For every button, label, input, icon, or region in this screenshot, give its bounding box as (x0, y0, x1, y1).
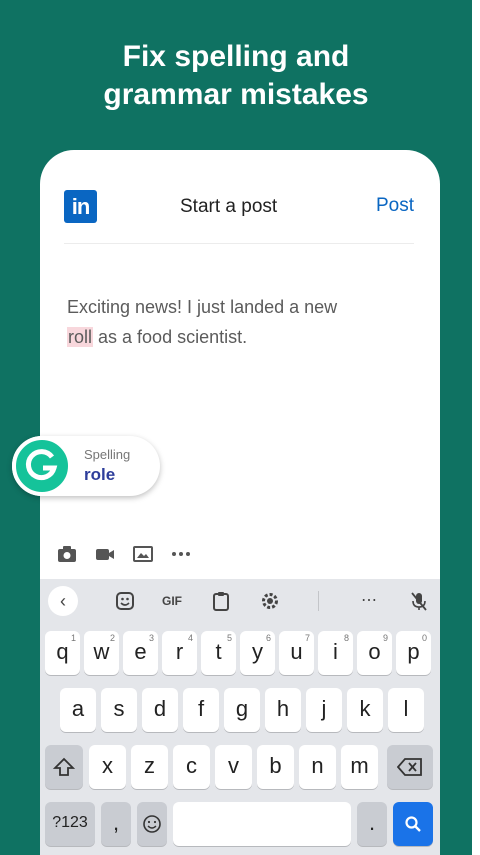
search-icon (405, 816, 421, 832)
key-t[interactable]: 5t (201, 631, 236, 675)
key-w[interactable]: 2w (84, 631, 119, 675)
image-icon[interactable] (132, 543, 154, 565)
comma-key[interactable]: , (101, 802, 131, 846)
key-y[interactable]: 6y (240, 631, 275, 675)
page-title: Start a post (180, 196, 278, 217)
sticker-icon[interactable] (114, 589, 136, 613)
misspelled-word[interactable]: roll (67, 327, 94, 347)
key-d[interactable]: d (142, 688, 178, 732)
key-m[interactable]: m (341, 745, 378, 789)
key-b[interactable]: b (257, 745, 294, 789)
search-key[interactable] (393, 802, 433, 846)
space-key[interactable] (173, 802, 351, 846)
video-icon[interactable] (94, 543, 116, 565)
post-button[interactable]: Post (376, 195, 414, 217)
shift-key[interactable] (45, 745, 83, 789)
mic-off-icon[interactable] (408, 589, 430, 613)
gear-icon[interactable] (259, 589, 281, 613)
more-icon[interactable] (170, 543, 192, 565)
backspace-key[interactable] (387, 745, 433, 789)
post-text-area[interactable]: Exciting news! I just landed a new roll a… (67, 292, 412, 352)
post-text-before: Exciting news! I just landed a new (67, 297, 338, 317)
key-x[interactable]: x (89, 745, 126, 789)
right-edge (472, 0, 480, 855)
more-horizontal-icon[interactable]: ⋯ (354, 589, 384, 613)
grammarly-g-icon (25, 449, 58, 481)
gif-button[interactable]: GIF (157, 589, 187, 613)
emoji-icon (143, 815, 161, 833)
backspace-icon (396, 758, 422, 776)
key-o[interactable]: 9o (357, 631, 392, 675)
key-f[interactable]: f (183, 688, 219, 732)
promo-headline: Fix spelling and grammar mistakes (0, 38, 472, 114)
key-h[interactable]: h (265, 688, 301, 732)
suggested-word[interactable]: role (84, 465, 115, 485)
camera-icon[interactable] (56, 543, 78, 565)
headline-line-1: Fix spelling and (122, 40, 350, 73)
keyboard-toolbar: ‹ GIF ⋯ (40, 579, 440, 623)
keyboard: ‹ GIF ⋯ 1q 2w 3e 4r 5t 6y 7u 8 i 9 o 0 p… (40, 579, 440, 855)
phone-screen: in Start a post Post Exciting news! I ju… (40, 150, 440, 855)
key-g[interactable]: g (224, 688, 260, 732)
key-k[interactable]: k (347, 688, 383, 732)
key-e[interactable]: 3e (123, 631, 158, 675)
key-z[interactable]: z (131, 745, 168, 789)
key-l[interactable]: l (388, 688, 424, 732)
chevron-left-icon[interactable]: ‹ (48, 586, 78, 616)
key-q[interactable]: 1q (45, 631, 80, 675)
key-v[interactable]: v (215, 745, 252, 789)
symbols-key[interactable]: ?123 (45, 802, 95, 846)
headline-line-2: grammar mistakes (103, 78, 369, 111)
post-text-after: as a food scientist. (93, 327, 248, 347)
key-i[interactable]: 8i (318, 631, 353, 675)
key-s[interactable]: s (101, 688, 137, 732)
key-r[interactable]: 4r (162, 631, 197, 675)
key-u[interactable]: 7u (279, 631, 314, 675)
key-n[interactable]: n (299, 745, 336, 789)
linkedin-logo-icon: in (64, 190, 97, 223)
spelling-suggestion-card[interactable]: Spelling role (12, 436, 160, 496)
grammarly-logo-icon (12, 436, 72, 496)
suggestion-type: Spelling (84, 447, 131, 462)
key-c[interactable]: c (173, 745, 210, 789)
toolbar-divider (318, 591, 319, 611)
period-key[interactable]: . (357, 802, 387, 846)
post-top-bar: in Start a post Post (64, 190, 414, 244)
shift-icon (52, 757, 76, 776)
emoji-key[interactable] (137, 802, 167, 846)
key-a[interactable]: a (60, 688, 96, 732)
key-j[interactable]: j (306, 688, 342, 732)
key-p[interactable]: 0p (396, 631, 431, 675)
clipboard-icon[interactable] (210, 589, 232, 613)
